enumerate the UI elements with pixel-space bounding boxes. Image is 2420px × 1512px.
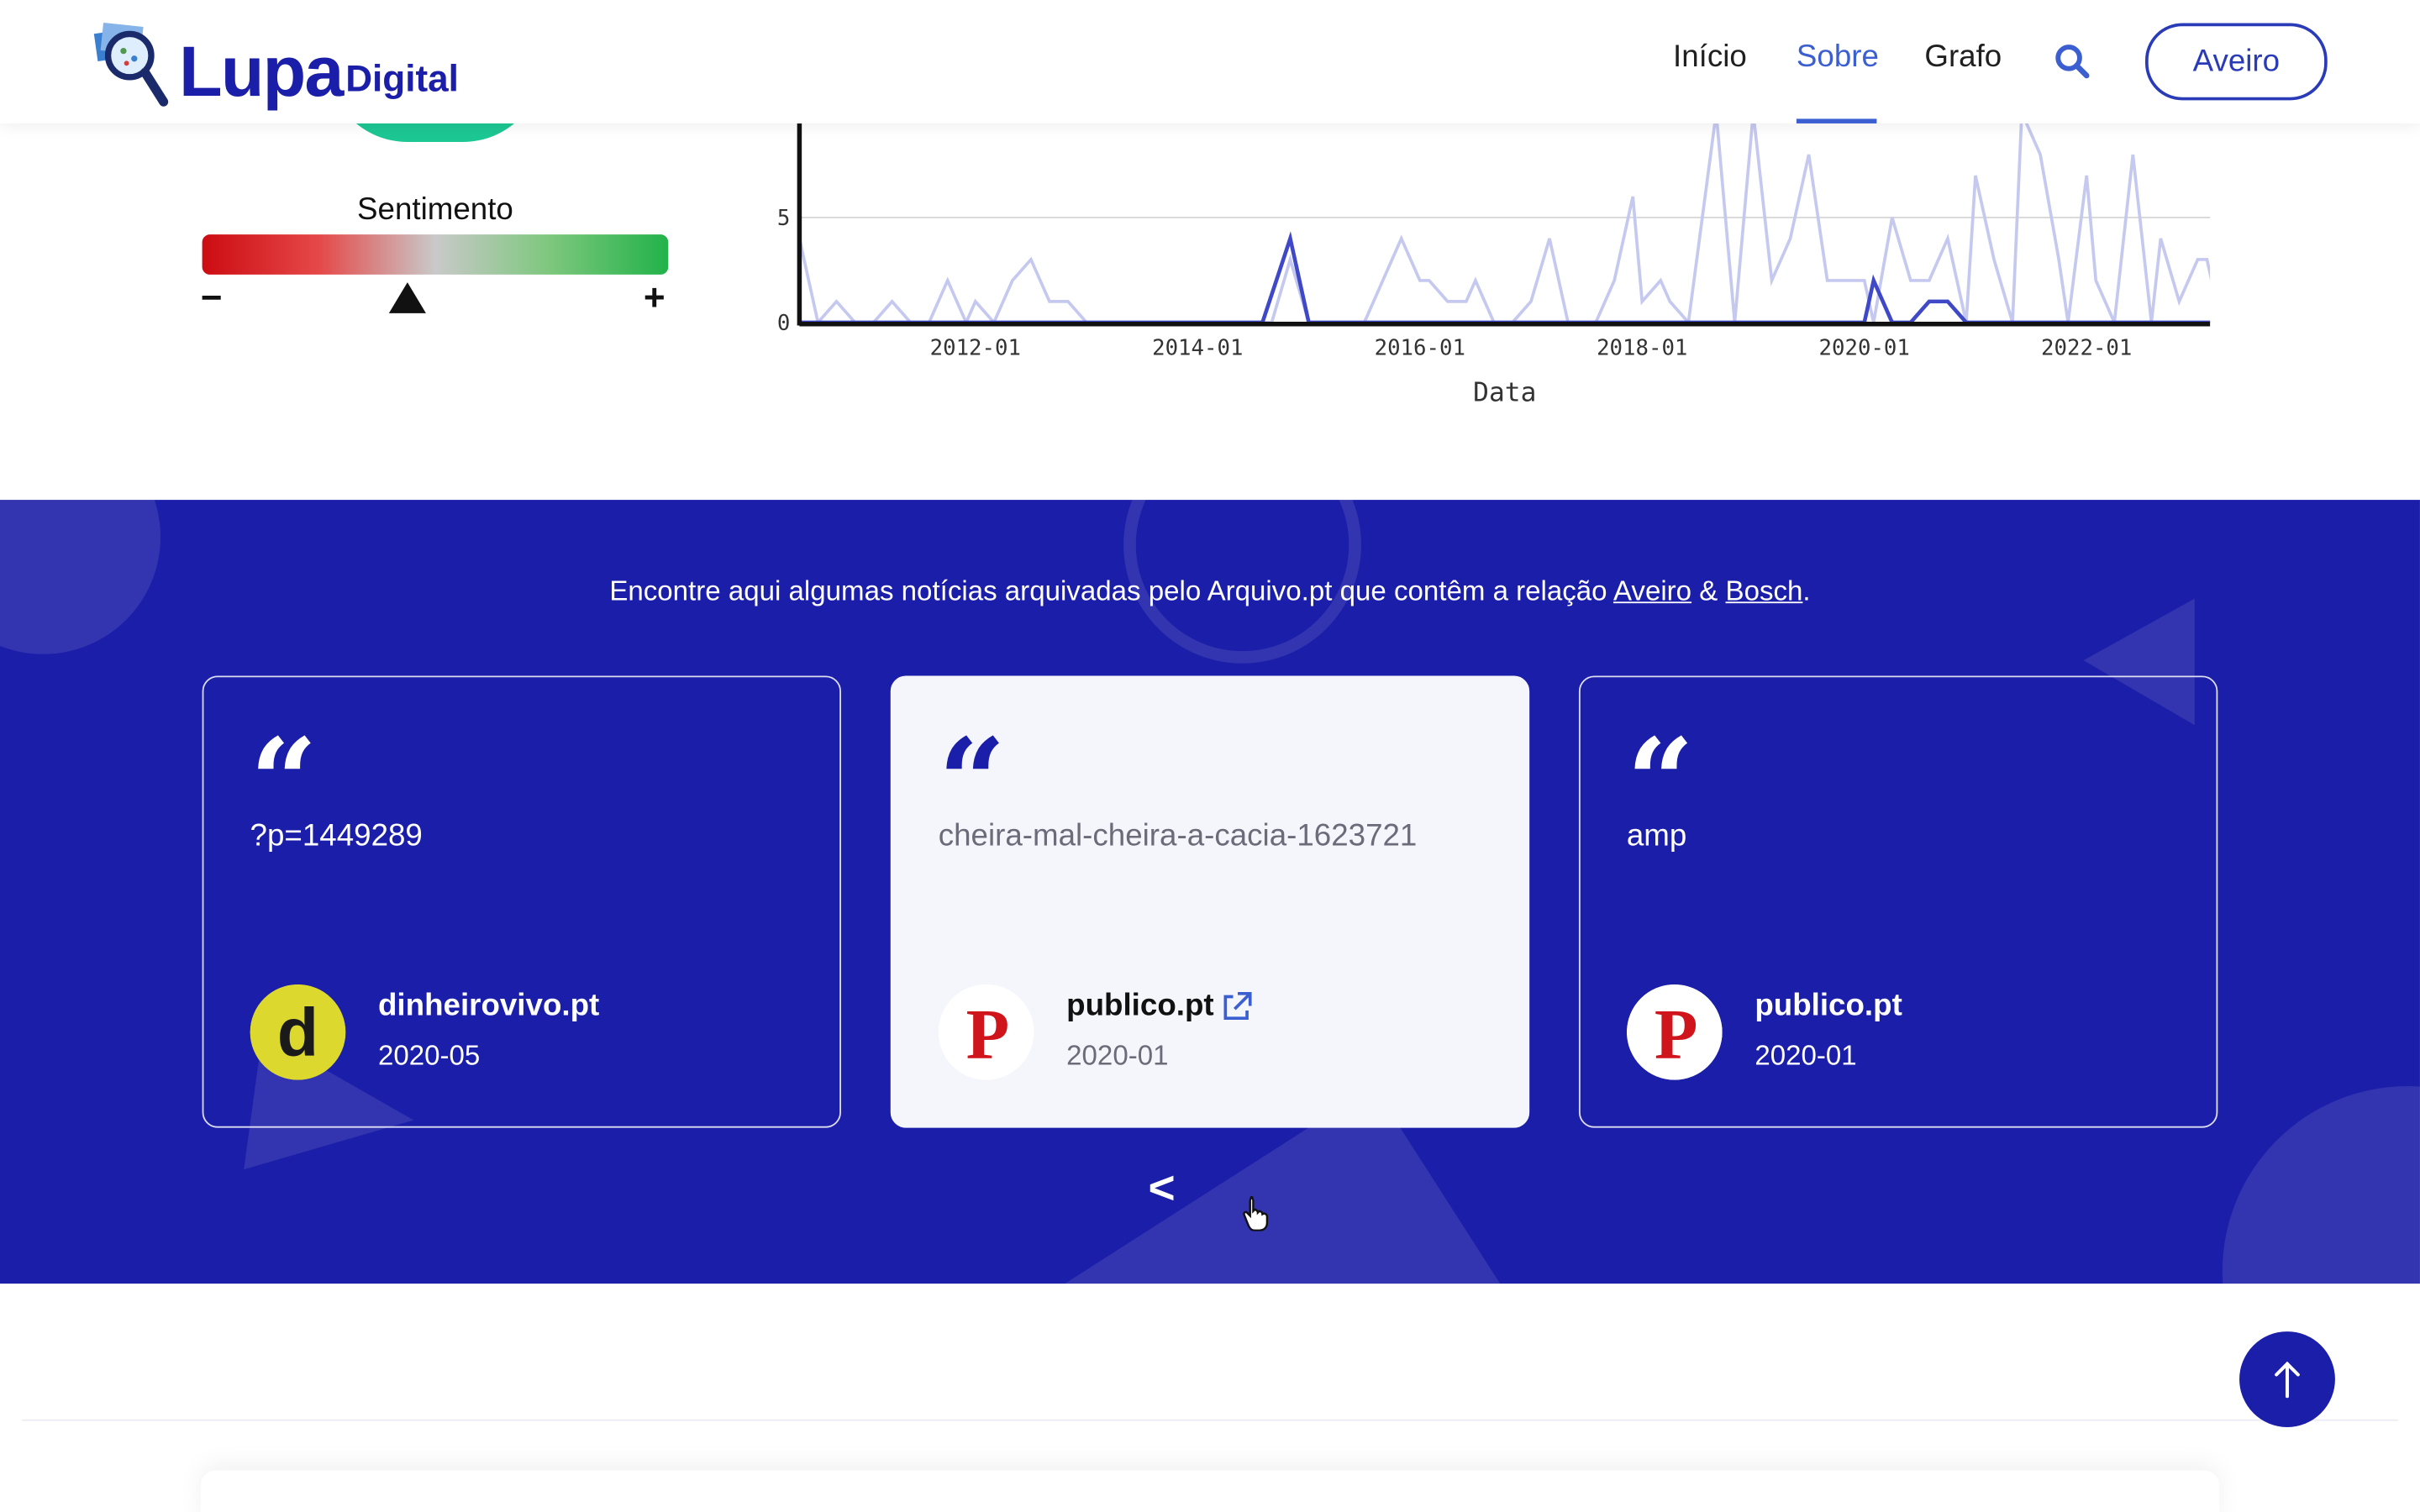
series-line bbox=[799, 231, 2211, 323]
news-card-text: amp bbox=[1626, 819, 1687, 853]
site-logo[interactable]: Lupa Digital bbox=[92, 18, 459, 111]
arrow-up-icon bbox=[2275, 1361, 2300, 1399]
nav-inicio[interactable]: Início bbox=[1673, 40, 1747, 76]
publico-logo: P bbox=[938, 984, 1034, 1080]
news-card-text: cheira-mal-cheira-a-cacia-1623721 bbox=[938, 819, 1418, 853]
external-link-icon[interactable] bbox=[1219, 990, 1253, 1024]
x-tick-label: 2016-01 bbox=[1375, 335, 1465, 360]
archive-intro-amp: & bbox=[1691, 575, 1726, 606]
nav-active-indicator bbox=[1796, 118, 1877, 123]
carousel-prev-button[interactable]: < bbox=[1149, 1163, 1176, 1215]
svg-text:P: P bbox=[1655, 996, 1698, 1074]
x-tick-label: 2018-01 bbox=[1597, 335, 1687, 360]
news-date: 2020-05 bbox=[377, 1039, 481, 1071]
nav-sobre[interactable]: Sobre bbox=[1797, 40, 1879, 76]
news-date: 2020-01 bbox=[1754, 1039, 1857, 1071]
dinheirovivo-logo: d bbox=[250, 984, 346, 1080]
news-source: publico.pt bbox=[1066, 989, 1214, 1023]
sentiment-marker-icon bbox=[388, 282, 426, 313]
entity-b-link[interactable]: Bosch bbox=[1726, 575, 1803, 606]
archived-news-section: Encontre aqui algumas notícias arquivada… bbox=[0, 500, 2420, 1284]
archive-intro-text: Encontre aqui algumas notícias arquivada… bbox=[609, 575, 1613, 606]
sentiment-min-symbol: − bbox=[200, 277, 223, 320]
entity-a-link[interactable]: Aveiro bbox=[1613, 575, 1691, 606]
hand-cursor-icon bbox=[1243, 1196, 1269, 1231]
news-card[interactable]: “ amp P publico.pt 2020-01 bbox=[1578, 675, 2218, 1128]
nav-grafo[interactable]: Grafo bbox=[1924, 40, 2002, 76]
news-card-text: ?p=1449289 bbox=[250, 819, 423, 853]
x-tick-label: 2022-01 bbox=[2041, 335, 2132, 360]
y-tick-label: 5 bbox=[777, 206, 790, 231]
section-divider bbox=[21, 1419, 2399, 1421]
sentiment-label: Sentimento bbox=[357, 192, 513, 227]
sentiment-max-symbol: + bbox=[643, 277, 666, 320]
news-timeline-chart: 0 5 2012-01 2014-01 2016-01 2018-01 2020-01 202… bbox=[777, 123, 2211, 408]
logo-main-text: Lupa bbox=[179, 30, 344, 112]
news-card[interactable]: “ ?p=1449289 d dinheirovivo.pt 2020-05 bbox=[202, 675, 842, 1128]
magnifier-logo-icon bbox=[93, 22, 169, 107]
logo-sub-text: Digital bbox=[345, 58, 459, 101]
news-source: publico.pt bbox=[1754, 989, 1902, 1023]
decorative-circle bbox=[2222, 1086, 2420, 1284]
publico-logo: P bbox=[1626, 984, 1723, 1080]
y-tick-label: 0 bbox=[777, 311, 790, 336]
svg-text:d: d bbox=[277, 995, 318, 1070]
archive-intro-end: . bbox=[1802, 575, 1811, 606]
back-to-top-button[interactable] bbox=[2239, 1331, 2335, 1427]
archive-intro: Encontre aqui algumas notícias arquivada… bbox=[0, 575, 2420, 608]
x-tick-label: 2012-01 bbox=[930, 335, 1021, 360]
x-tick-label: 2014-01 bbox=[1152, 335, 1243, 360]
site-header: Lupa Digital Início Sobre Grafo Aveiro bbox=[0, 0, 2420, 123]
search-icon[interactable] bbox=[2053, 42, 2093, 82]
city-button[interactable]: Aveiro bbox=[2145, 23, 2328, 101]
news-date: 2020-01 bbox=[1066, 1039, 1169, 1071]
next-section-card bbox=[200, 1470, 2220, 1512]
news-card-active[interactable]: “ cheira-mal-cheira-a-cacia-1623721 P pu… bbox=[890, 675, 1530, 1128]
x-axis-title: Data bbox=[1473, 378, 1536, 408]
svg-text:P: P bbox=[966, 996, 1010, 1074]
x-tick-label: 2020-01 bbox=[1819, 335, 1910, 360]
news-source: dinheirovivo.pt bbox=[377, 989, 600, 1023]
sentiment-scale-bar bbox=[202, 234, 669, 275]
